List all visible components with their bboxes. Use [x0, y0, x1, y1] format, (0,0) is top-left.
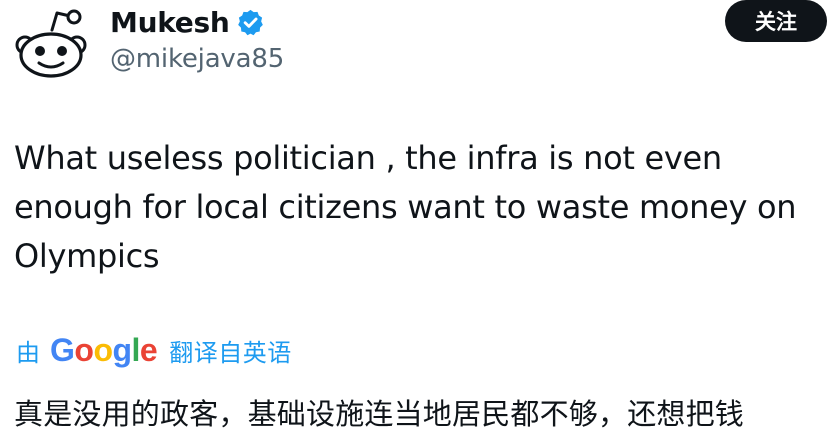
user-handle[interactable]: @mikejava85 — [110, 44, 284, 74]
user-info: Mukesh @mikejava85 — [110, 2, 284, 75]
name-row: Mukesh — [110, 2, 284, 42]
translated-by-label: 由 — [16, 338, 40, 367]
translated-tweet-text: 真是没用的政客，基础设施连当地居民都不够，还想把钱 — [14, 397, 745, 431]
google-logo-letter: g — [112, 331, 132, 368]
google-logo: G o o g l e — [50, 331, 158, 369]
google-logo-letter: G — [50, 331, 75, 368]
translation-attribution[interactable]: 由 G o o g l e 翻译自英语 — [16, 328, 292, 372]
google-logo-letter: o — [93, 331, 113, 368]
verified-badge-icon — [238, 9, 264, 35]
google-logo-letter: o — [74, 331, 94, 368]
google-logo-letter: l — [131, 331, 141, 368]
follow-button[interactable]: 关注 — [725, 0, 827, 42]
tweet-text: What useless politician , the infra is n… — [14, 139, 797, 275]
avatar[interactable] — [12, 4, 90, 82]
display-name[interactable]: Mukesh — [110, 6, 230, 39]
translated-from-label: 翻译自英语 — [169, 338, 292, 367]
google-logo-letter: e — [139, 331, 158, 368]
